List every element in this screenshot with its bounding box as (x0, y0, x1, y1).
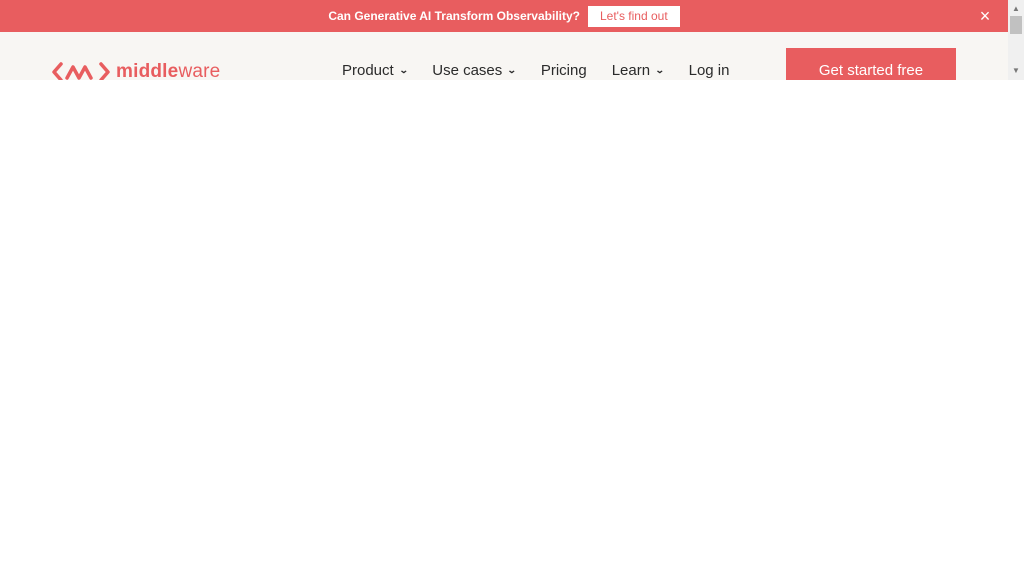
chevron-down-icon: ⌄ (398, 65, 409, 75)
nav-item-label: Learn (611, 62, 651, 79)
scroll-up-icon[interactable]: ▲ (1008, 2, 1024, 16)
brand-name: middleware (116, 61, 221, 80)
middleware-logo-icon (52, 62, 110, 80)
nav-item-label: Pricing (540, 62, 587, 79)
nav-item-label: Use cases (432, 62, 503, 79)
nav-item-use-cases[interactable]: Use cases ⌄ (432, 62, 517, 79)
nav-item-product[interactable]: Product ⌄ (342, 62, 409, 79)
close-icon[interactable]: × (976, 7, 994, 25)
chevron-down-icon: ⌄ (654, 65, 665, 75)
announcement-bar: Can Generative AI Transform Observabilit… (0, 0, 1008, 32)
scrollbar-thumb[interactable] (1010, 16, 1022, 34)
brand-logo[interactable]: middleware (52, 61, 220, 80)
nav-item-pricing[interactable]: Pricing (541, 62, 587, 79)
get-started-button[interactable]: Get started free (786, 48, 956, 80)
nav-item-label: Log in (688, 62, 730, 79)
nav-menu: Product ⌄ Use cases ⌄ Pricing Learn ⌄ Lo… (342, 62, 754, 79)
nav-item-label: Product (342, 62, 394, 79)
chevron-down-icon: ⌄ (507, 65, 517, 75)
nav-item-login[interactable]: Log in (689, 62, 730, 79)
page-content: Can Generative AI Transform Observabilit… (0, 0, 1008, 80)
blank-area (0, 80, 1024, 576)
nav-item-learn[interactable]: Learn ⌄ (611, 62, 665, 79)
main-navigation: middleware Product ⌄ Use cases ⌄ Pricing… (0, 32, 1008, 80)
scroll-down-icon[interactable]: ▼ (1008, 64, 1024, 78)
vertical-scrollbar[interactable]: ▲ ▼ (1008, 0, 1024, 80)
find-out-button[interactable]: Let's find out (587, 5, 680, 27)
embedded-page-frame: Can Generative AI Transform Observabilit… (0, 0, 1024, 80)
announcement-text: Can Generative AI Transform Observabilit… (328, 9, 580, 23)
